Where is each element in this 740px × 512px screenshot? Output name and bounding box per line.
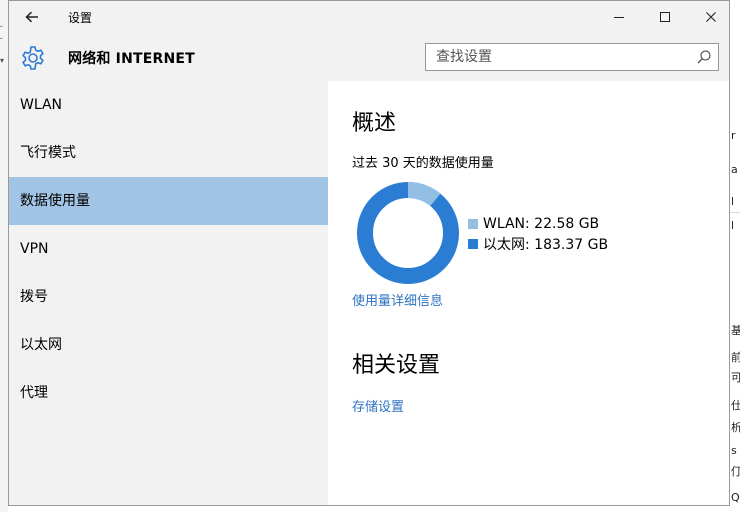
gear-icon xyxy=(22,46,44,70)
sidebar-item-label: 飞行模式 xyxy=(20,145,76,161)
background-mark: ▾ xyxy=(0,56,5,65)
search-box[interactable] xyxy=(425,43,719,71)
legend-swatch xyxy=(468,219,478,229)
background-text-fragment: 可 xyxy=(731,371,740,384)
background-mark: ╴ xyxy=(0,34,5,43)
donut-segment-ethernet xyxy=(357,182,459,284)
background-text-fragment: 析 xyxy=(731,421,740,434)
maximize-icon xyxy=(660,12,670,22)
background-text-fragment: 基 xyxy=(731,324,740,337)
legend-item-ethernet: 以太网: 183.37 GB xyxy=(468,234,608,254)
sidebar: WLAN 飞行模式 数据使用量 VPN 拨号 以太网 代理 xyxy=(9,81,328,505)
background-text-fragment: r xyxy=(731,129,736,142)
background-text-fragment: a xyxy=(731,163,738,176)
sidebar-item-label: 代理 xyxy=(20,385,48,401)
sidebar-item-airplane-mode[interactable]: 飞行模式 xyxy=(9,129,328,177)
background-text-fragment: l xyxy=(731,195,735,208)
legend-label: 以太网: 183.37 GB xyxy=(483,237,609,253)
sidebar-item-vpn[interactable]: VPN xyxy=(9,225,328,273)
legend-item-wlan: WLAN: 22.58 GB xyxy=(468,214,608,234)
storage-settings-link[interactable]: 存储设置 xyxy=(352,396,404,415)
sidebar-item-label: VPN xyxy=(20,241,49,257)
background-text-fragment: 仃 xyxy=(731,465,740,478)
usage-details-link[interactable]: 使用量详细信息 xyxy=(352,290,443,309)
window-title: 设置 xyxy=(68,11,93,25)
background-mark: ╴ xyxy=(0,22,5,31)
background-window-left-edge: ╴ ╴ ▾ xyxy=(0,0,8,512)
sidebar-item-label: 拨号 xyxy=(20,289,48,305)
background-text-fragment: Q xyxy=(731,491,740,504)
sidebar-item-label: 以太网 xyxy=(20,337,62,353)
close-icon xyxy=(706,12,716,22)
usage-period-label: 过去 30 天的数据使用量 xyxy=(352,156,494,171)
page-title: 网络和 INTERNET xyxy=(68,51,195,67)
back-arrow-icon xyxy=(25,11,38,23)
page-header: 网络和 INTERNET xyxy=(9,34,729,81)
usage-donut-chart xyxy=(357,182,459,284)
minimize-icon xyxy=(614,17,624,18)
sidebar-item-wlan[interactable]: WLAN xyxy=(9,81,328,129)
usage-legend: WLAN: 22.58 GB 以太网: 183.37 GB xyxy=(468,214,608,254)
search-icon[interactable] xyxy=(696,49,712,65)
legend-swatch xyxy=(468,239,478,249)
sidebar-item-ethernet[interactable]: 以太网 xyxy=(9,321,328,369)
background-text-fragment: s xyxy=(731,444,737,457)
sidebar-item-data-usage[interactable]: 数据使用量 xyxy=(9,177,328,225)
sidebar-item-proxy[interactable]: 代理 xyxy=(9,369,328,417)
settings-window: 设置 网络和 INTERNET 查找设置 WLAN 飞行模式 数据使用量 VPN… xyxy=(8,0,730,506)
main-content: 概述 过去 30 天的数据使用量 WLAN: 22.58 GB 以太网: 183… xyxy=(328,81,729,505)
sidebar-item-dial-up[interactable]: 拨号 xyxy=(9,273,328,321)
legend-label: WLAN: 22.58 GB xyxy=(483,216,600,232)
minimize-button[interactable] xyxy=(599,5,639,29)
maximize-button[interactable] xyxy=(645,5,685,29)
close-button[interactable] xyxy=(691,5,729,29)
search-input[interactable] xyxy=(426,44,698,70)
sidebar-item-label: 数据使用量 xyxy=(20,193,90,209)
background-text-fragment: 仕 xyxy=(731,399,740,412)
overview-heading: 概述 xyxy=(352,111,397,136)
sidebar-item-label: WLAN xyxy=(20,97,63,113)
title-bar: 设置 xyxy=(9,1,729,34)
related-settings-heading: 相关设置 xyxy=(352,353,441,378)
background-text-fragment: 前 xyxy=(731,351,740,364)
background-text-fragment: l xyxy=(731,219,735,232)
back-button[interactable] xyxy=(19,5,45,29)
